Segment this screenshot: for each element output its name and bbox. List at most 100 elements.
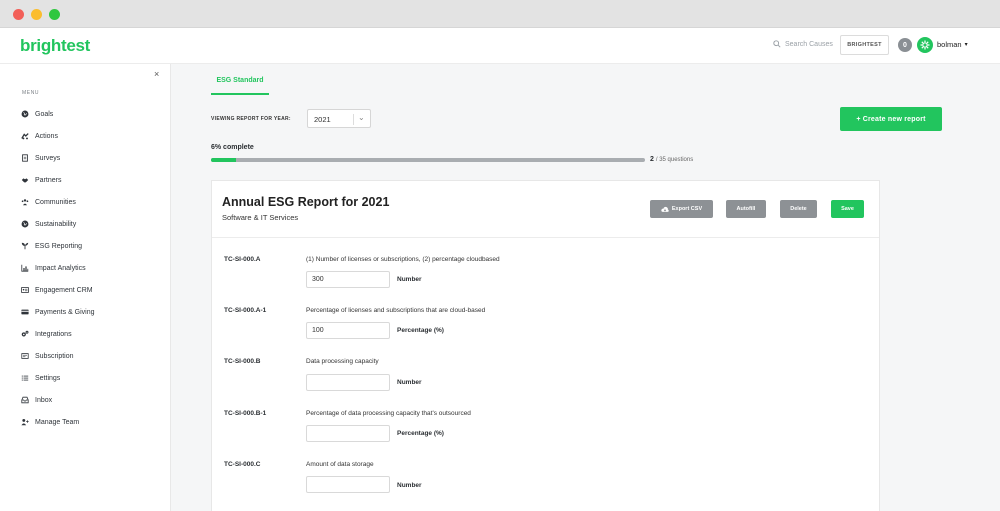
export-csv-label: Export CSV	[671, 206, 703, 212]
search-causes[interactable]: Search Causes	[773, 40, 833, 48]
sidebar-item-label: Actions	[35, 132, 58, 140]
answered-count: 2	[650, 156, 654, 163]
year-select[interactable]: 2021 ⌄	[307, 109, 371, 128]
progress-percent: 6% complete	[211, 144, 254, 151]
sidebar-item-manage-team[interactable]: Manage Team	[21, 417, 79, 427]
close-icon[interactable]: ×	[154, 69, 159, 79]
sidebar-item-actions[interactable]: Actions	[21, 131, 58, 141]
question-code: TC-SI-000.B-1	[224, 410, 267, 417]
sidebar-item-label: Engagement CRM	[35, 286, 93, 294]
question-unit: Number	[397, 379, 422, 386]
sidebar-item-communities[interactable]: Communities	[21, 197, 76, 207]
question-input[interactable]	[306, 476, 390, 493]
question-input[interactable]: 300	[306, 271, 390, 288]
user-menu[interactable]: bolman ▾	[937, 40, 968, 49]
sidebar-item-label: Manage Team	[35, 418, 80, 426]
sidebar-item-engagement-crm[interactable]: Engagement CRM	[21, 285, 93, 295]
save-button[interactable]: Save	[831, 200, 864, 218]
menu-title: MENU	[22, 90, 40, 96]
document-icon	[22, 154, 28, 162]
export-csv-button[interactable]: Export CSV	[650, 200, 713, 218]
question-input[interactable]	[306, 374, 390, 391]
brightest-logo[interactable]: brightest	[20, 36, 90, 56]
globe-icon	[21, 110, 29, 118]
sidebar-item-label: Integrations	[35, 330, 72, 338]
inbox-icon	[21, 396, 29, 404]
cloud-download-icon	[661, 206, 669, 212]
sidebar-item-goals[interactable]: Goals	[21, 109, 53, 119]
sidebar-item-subscription[interactable]: Subscription	[21, 351, 74, 361]
question-input[interactable]: 100	[306, 322, 390, 339]
sidebar-item-impact-analytics[interactable]: Impact Analytics	[21, 263, 86, 273]
report-subtitle: Software & IT Services	[222, 213, 299, 222]
sidebar-item-label: Partners	[35, 176, 62, 184]
delete-button[interactable]: Delete	[780, 200, 817, 218]
notification-badge[interactable]: 0	[898, 38, 912, 52]
sidebar-item-label: Payments & Giving	[35, 308, 95, 316]
sidebar-item-partners[interactable]: Partners	[21, 175, 61, 185]
year-value: 2021	[314, 115, 331, 124]
avatar[interactable]	[917, 37, 933, 53]
minimize-window-button[interactable]	[31, 9, 42, 20]
question-text: Amount of data storage	[306, 461, 374, 468]
sidebar-item-settings[interactable]: Settings	[21, 373, 60, 383]
search-icon	[773, 40, 781, 48]
sidebar-item-surveys[interactable]: Surveys	[21, 153, 60, 163]
year-label: VIEWING REPORT FOR YEAR:	[211, 116, 291, 122]
question-text: Percentage of data processing capacity t…	[306, 410, 471, 417]
autofill-button[interactable]: Autofill	[726, 200, 766, 218]
people-icon	[21, 199, 29, 206]
sidebar-item-sustainability[interactable]: Sustainability	[21, 219, 76, 229]
search-placeholder: Search Causes	[785, 40, 833, 48]
question-code: TC-SI-000.A	[224, 256, 261, 263]
chevron-down-icon: ⌄	[358, 113, 365, 122]
report-card: Annual ESG Report for 2021 Software & IT…	[211, 180, 880, 511]
question-unit: Number	[397, 482, 422, 489]
top-header: brightest Search Causes BRIGHTEST 0 bolm…	[0, 28, 1000, 64]
tab-esg-standard[interactable]: ESG Standard	[211, 77, 269, 95]
sidebar-item-label: ESG Reporting	[35, 242, 83, 250]
question-text: Data processing capacity	[306, 358, 379, 365]
question-unit: Percentage (%)	[397, 327, 444, 334]
question-input[interactable]	[306, 425, 390, 442]
close-window-button[interactable]	[13, 9, 24, 20]
sidebar-item-label: Communities	[35, 198, 76, 206]
question-count: 2 / 35 questions	[650, 156, 693, 163]
report-header: Annual ESG Report for 2021 Software & IT…	[212, 181, 879, 238]
handshake-icon	[21, 178, 29, 183]
question-code: TC-SI-000.A-1	[224, 307, 267, 314]
progress-fill	[211, 158, 236, 162]
total-questions: / 35 questions	[655, 157, 694, 163]
hands-icon	[21, 133, 29, 140]
brightest-button[interactable]: BRIGHTEST	[840, 35, 889, 55]
chart-icon	[21, 264, 29, 272]
user-plus-icon	[21, 418, 29, 426]
sidebar-item-payments-giving[interactable]: Payments & Giving	[21, 307, 95, 317]
sidebar-item-label: Subscription	[35, 352, 74, 360]
caret-down-icon: ▾	[964, 42, 968, 48]
maximize-window-button[interactable]	[49, 9, 60, 20]
question-text: (1) Number of licenses or subscriptions,…	[306, 256, 500, 263]
question-text: Percentage of licenses and subscriptions…	[306, 307, 486, 314]
username: bolman	[937, 40, 962, 49]
question-code: TC-SI-000.C	[224, 461, 261, 468]
sidebar-item-label: Goals	[35, 110, 54, 118]
sidebar-item-label: Settings	[35, 374, 61, 382]
id-card-icon	[21, 287, 29, 293]
create-new-report-button[interactable]: + Create new report	[840, 107, 942, 131]
progress-bar	[211, 158, 645, 162]
list-icon	[21, 375, 29, 381]
sidebar-item-label: Inbox	[35, 396, 53, 404]
gear-icon	[920, 40, 930, 50]
report-title: Annual ESG Report for 2021	[222, 195, 390, 209]
globe-icon	[21, 220, 29, 228]
sidebar-item-integrations[interactable]: Integrations	[21, 329, 72, 339]
credit-card-icon	[21, 309, 29, 315]
cogs-icon	[21, 330, 29, 337]
sidebar: × MENU Goals Actions Surveys Partners Co…	[0, 64, 171, 511]
question-code: TC-SI-000.B	[224, 358, 261, 365]
select-divider	[353, 114, 354, 125]
question-unit: Number	[397, 276, 422, 283]
sidebar-item-esg-reporting[interactable]: ESG Reporting	[21, 241, 82, 251]
sidebar-item-inbox[interactable]: Inbox	[21, 395, 52, 405]
